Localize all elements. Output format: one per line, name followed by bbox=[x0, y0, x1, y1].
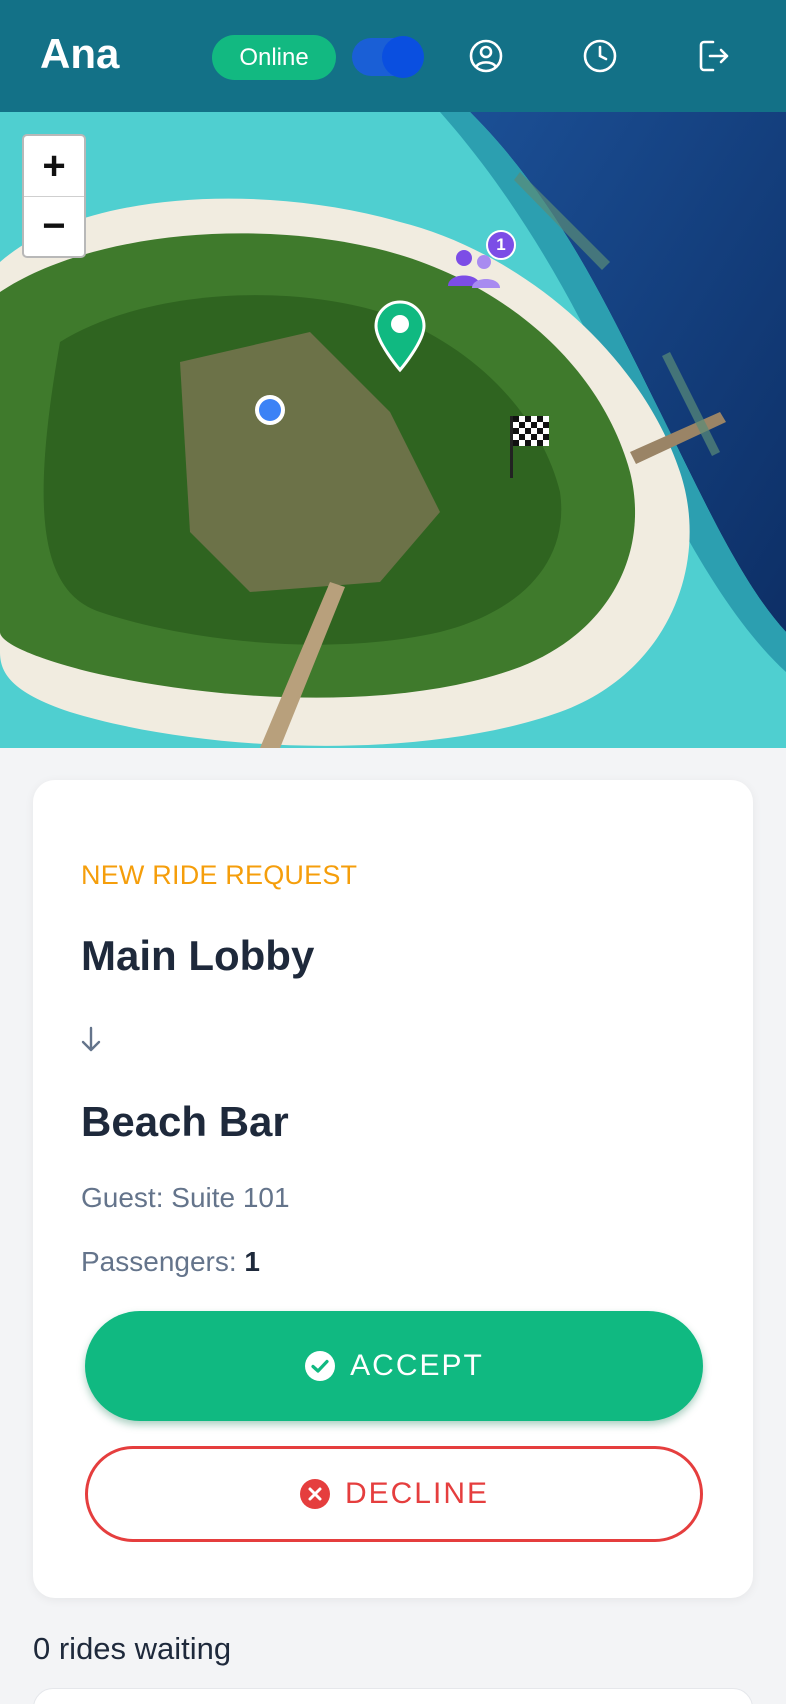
accept-button[interactable]: ACCEPT bbox=[85, 1311, 703, 1421]
zoom-in-button[interactable]: + bbox=[24, 136, 84, 196]
accept-label: ACCEPT bbox=[350, 1349, 484, 1382]
map-view[interactable]: 1 bbox=[0, 112, 786, 748]
app-header: Ana Online bbox=[0, 0, 786, 112]
status-badge: Online bbox=[212, 35, 336, 80]
zoom-out-button[interactable]: − bbox=[24, 196, 84, 256]
passengers-value: 1 bbox=[244, 1246, 260, 1277]
check-circle-icon bbox=[305, 1351, 336, 1381]
history-icon bbox=[583, 39, 617, 73]
profile-icon bbox=[469, 39, 503, 73]
pickup-pin-icon bbox=[374, 300, 426, 373]
driver-location-icon bbox=[255, 395, 285, 425]
passenger-count-badge: 1 bbox=[486, 230, 516, 260]
logout-icon bbox=[699, 40, 729, 72]
rides-waiting-count: 0 rides waiting bbox=[33, 1631, 232, 1666]
passengers-label: Passengers: bbox=[81, 1246, 237, 1277]
request-label: NEW RIDE REQUEST bbox=[81, 860, 358, 890]
island-satellite-image bbox=[0, 112, 786, 748]
dropoff-location: Beach Bar bbox=[81, 1098, 289, 1145]
decline-button[interactable]: DECLINE bbox=[85, 1446, 703, 1542]
queue-card bbox=[33, 1688, 753, 1704]
pickup-location: Main Lobby bbox=[81, 932, 315, 979]
passenger-count: Passengers: 1 bbox=[81, 1246, 260, 1278]
decline-label: DECLINE bbox=[344, 1477, 490, 1510]
driver-name: Ana bbox=[40, 30, 120, 77]
zoom-control: + − bbox=[22, 134, 86, 258]
online-toggle[interactable] bbox=[352, 36, 424, 78]
ride-request-card: NEW RIDE REQUEST Main Lobby Beach Bar Gu… bbox=[33, 780, 753, 1598]
guest-info: Guest: Suite 101 bbox=[81, 1182, 290, 1213]
toggle-knob bbox=[382, 36, 424, 78]
destination-flag-icon bbox=[510, 416, 549, 478]
arrow-down-icon bbox=[81, 1026, 101, 1052]
logout-button[interactable] bbox=[692, 34, 736, 78]
passenger-group-marker[interactable]: 1 bbox=[444, 230, 520, 294]
profile-button[interactable] bbox=[464, 34, 508, 78]
close-circle-icon bbox=[299, 1479, 330, 1509]
history-button[interactable] bbox=[578, 34, 622, 78]
